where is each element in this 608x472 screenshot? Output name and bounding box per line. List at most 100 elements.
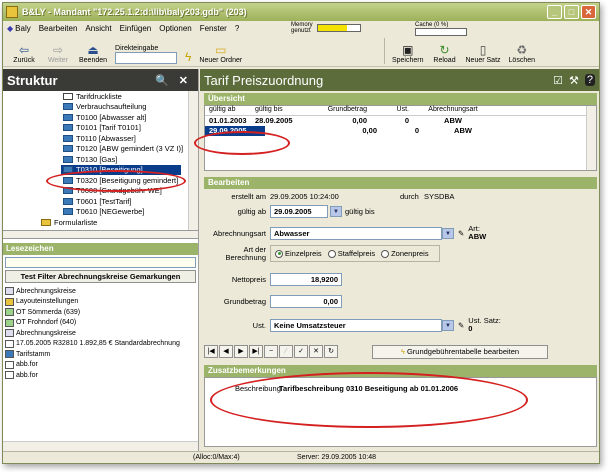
ust-dropdown[interactable]: ▼ xyxy=(442,319,454,331)
grundbetrag-label: Grundbetrag xyxy=(223,297,266,306)
tree-item[interactable]: T0610 [NEGewerbe] xyxy=(3,207,198,218)
grundbetrag-field[interactable]: 0,00 xyxy=(270,295,342,308)
radio-zonenpreis[interactable]: Zonenpreis xyxy=(381,249,429,258)
grid-icon xyxy=(5,329,14,338)
tree-item[interactable]: T0130 [Gas] xyxy=(3,154,198,165)
search-icon[interactable]: 🔍 xyxy=(155,74,169,87)
durch-value: SYSDBA xyxy=(424,192,455,201)
list-item[interactable]: Abrechnungskreise xyxy=(5,328,196,339)
forward-button[interactable]: ⇨ Weiter xyxy=(41,43,75,64)
nav-first-button[interactable]: |◀ xyxy=(204,345,218,358)
left-hscrollbar[interactable] xyxy=(3,441,198,451)
nav-last-button[interactable]: ▶| xyxy=(249,345,263,358)
nav-next-button[interactable]: ▶ xyxy=(234,345,248,358)
tree-hscrollbar[interactable] xyxy=(3,231,198,239)
structure-tree: Tarifdruckliste Verbrauchsaufteilung T01… xyxy=(3,91,198,231)
tools-icon[interactable]: ⚒ xyxy=(569,74,579,87)
calendar-dropdown[interactable]: ▼ xyxy=(330,206,342,217)
table-row[interactable]: 01.01.2003 28.09.2005 0,00 0 ABW xyxy=(205,116,596,126)
quit-button[interactable]: ⏏ Beenden xyxy=(75,43,111,64)
nettopreis-label: Nettopreis xyxy=(231,275,266,284)
gueltig-ab-field[interactable]: 29.09.2005 xyxy=(270,205,328,218)
zusatz-header: Zusatzbemerkungen xyxy=(204,365,597,377)
tree-item-selected[interactable]: T0310 [Beseitigung] xyxy=(61,164,181,175)
cache-indicator: Cache (0 %) xyxy=(415,22,467,36)
menu-optionen[interactable]: Optionen xyxy=(159,24,191,33)
tree-scrollbar[interactable] xyxy=(188,91,198,230)
abrechnungsart-dropdown[interactable]: ▼ xyxy=(442,227,454,239)
nav-edit-button[interactable]: ⁄ xyxy=(279,345,293,358)
menu-bearbeiten[interactable]: Bearbeiten xyxy=(39,24,78,33)
grid-icon xyxy=(63,103,73,111)
nav-cancel-button[interactable]: ✕ xyxy=(309,345,323,358)
menu-einfuegen[interactable]: Einfügen xyxy=(120,24,152,33)
tariff-icon xyxy=(63,134,73,142)
nav-post-button[interactable]: ✓ xyxy=(294,345,308,358)
document-icon xyxy=(63,92,73,100)
tree-item[interactable]: Verbrauchsaufteilung xyxy=(3,102,198,113)
menu-fenster[interactable]: Fenster xyxy=(200,24,227,33)
list-item[interactable]: 17.05.2005 R32810 1.892,85 € Standardabr… xyxy=(5,339,196,350)
reload-button[interactable]: ↻ Reload xyxy=(428,43,462,64)
nav-refresh-button[interactable]: ↻ xyxy=(324,345,338,358)
list-item[interactable]: Abrechnungskreise xyxy=(5,286,196,297)
lesezeichen-input[interactable] xyxy=(5,257,196,268)
list-item[interactable]: Tarifstamm xyxy=(5,349,196,360)
ust-select[interactable]: Keine Umsatzsteuer xyxy=(270,318,442,332)
list-item[interactable]: abb.for xyxy=(5,360,196,371)
pencil-icon[interactable]: ✎ xyxy=(458,321,464,330)
tree-item-folder[interactable]: Formularliste xyxy=(3,217,198,228)
erstellt-label: erstellt am xyxy=(231,192,266,201)
status-alloc: (Alloc:0/Max:4) xyxy=(193,454,240,461)
maximize-button[interactable]: □ xyxy=(564,5,579,19)
save-button[interactable]: ▣ Speichern xyxy=(388,43,428,64)
tree-item[interactable]: T0101 [Tarif T0101] xyxy=(3,123,198,134)
radio-einzelpreis[interactable]: Einzelpreis xyxy=(275,249,322,258)
nettopreis-field[interactable]: 18,9200 xyxy=(270,273,342,286)
tree-item[interactable]: T0320 [Beseitigung gemindert] xyxy=(3,175,198,186)
tree-item[interactable]: T0601 [TestTarif] xyxy=(3,196,198,207)
table-row-selected[interactable]: 29.09.2005 0,00 0 ABW xyxy=(205,126,596,136)
back-button[interactable]: ⇦ Zurück xyxy=(7,43,41,64)
new-folder-button[interactable]: ▭ Neuer Ordner xyxy=(195,43,246,64)
form-icon xyxy=(5,360,14,369)
tree-item[interactable]: Tarifdruckliste xyxy=(3,91,198,102)
pencil-icon[interactable]: ✎ xyxy=(458,229,464,238)
menu-ansicht[interactable]: Ansicht xyxy=(85,24,111,33)
tree-item[interactable]: T0120 [ABW gemindert (3 VZ I)] xyxy=(3,144,198,155)
close-icon[interactable]: ✕ xyxy=(179,74,188,87)
tree-item[interactable]: T0110 [Abwasser] xyxy=(3,133,198,144)
tree-item[interactable]: T0600 [Grundgebühr WE] xyxy=(3,186,198,197)
tariff-icon xyxy=(63,113,73,121)
checklist-icon[interactable]: ☑ xyxy=(553,74,563,87)
direkteingabe-input[interactable] xyxy=(115,52,178,64)
memory-indicator: Memory genutzt xyxy=(291,22,361,34)
list-item[interactable]: OT Sömmerda (639) xyxy=(5,307,196,318)
close-button[interactable]: ✕ xyxy=(581,5,596,19)
test-filter-button[interactable]: Test Filter Abrechnungskreise Gemarkunge… xyxy=(5,270,196,283)
book-icon[interactable]: ? xyxy=(584,74,595,86)
grid-icon xyxy=(5,287,14,296)
new-record-button[interactable]: ▯ Neuer Satz xyxy=(462,43,505,64)
table-scrollbar[interactable] xyxy=(586,106,596,170)
zusatz-body[interactable]: Beschreibung Tarifbeschreibung 0310 Bese… xyxy=(204,377,597,447)
grundgebuehr-button[interactable]: ϟ Grundgebührentabelle bearbeiten xyxy=(372,345,548,359)
minimize-button[interactable]: _ xyxy=(547,5,562,19)
tree-item[interactable]: T0100 [Abwasser alt] xyxy=(3,112,198,123)
list-item[interactable]: OT Frohndorf (640) xyxy=(5,318,196,329)
nav-prev-button[interactable]: ◀ xyxy=(219,345,233,358)
nav-delete-button[interactable]: − xyxy=(264,345,278,358)
filter-icon xyxy=(5,318,14,327)
delete-button[interactable]: ♻ Löschen xyxy=(505,43,539,64)
layout-icon xyxy=(5,297,14,306)
tariff-icon xyxy=(63,208,73,216)
lightning-icon[interactable]: ϟ xyxy=(181,50,195,64)
ust-satz-label: Ust. Satz: xyxy=(468,316,501,325)
menu-baly[interactable]: Baly xyxy=(7,24,31,33)
list-item[interactable]: abb.for xyxy=(5,370,196,381)
abrechnungsart-select[interactable]: Abwasser xyxy=(270,226,442,240)
menu-help[interactable]: ? xyxy=(235,24,239,33)
list-item[interactable]: Layouteinstellungen xyxy=(5,297,196,308)
beschreibung-value[interactable]: Tarifbeschreibung 0310 Beseitigung ab 01… xyxy=(279,384,458,393)
radio-staffelpreis[interactable]: Staffelpreis xyxy=(327,249,375,258)
